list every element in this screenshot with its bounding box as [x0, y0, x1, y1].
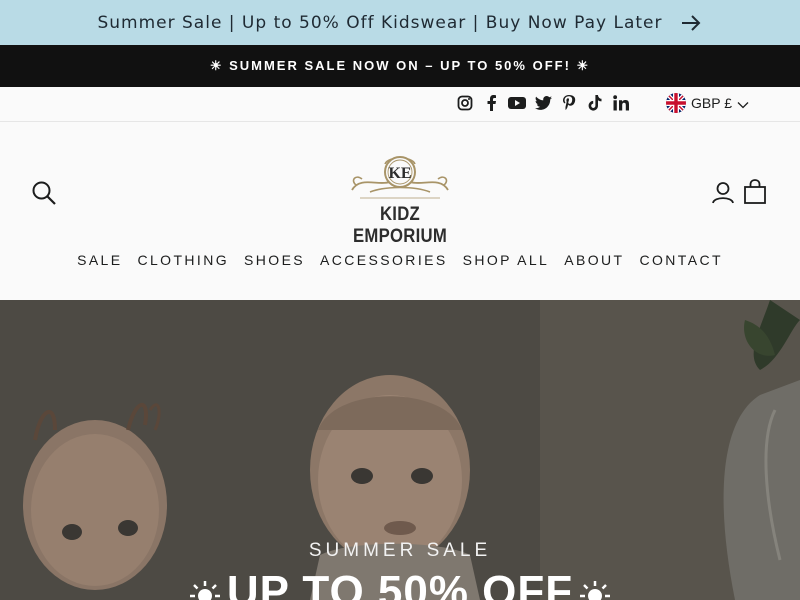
hero-title-row: UP TO 50% OFF	[0, 562, 800, 600]
hero-title: UP TO 50% OFF	[226, 567, 574, 600]
nav-item-sale[interactable]: SALE	[70, 252, 130, 268]
nav-item-accessories[interactable]: ACCESSORIES	[313, 252, 456, 268]
arrow-right-icon[interactable]	[681, 12, 703, 34]
site-header: KE KIDZ EMPORIUM SALE CLOTHING SHOES ACC…	[0, 122, 800, 300]
cart-icon[interactable]	[743, 179, 769, 207]
linkedin-icon[interactable]	[612, 94, 630, 112]
nav-item-about[interactable]: ABOUT	[557, 252, 632, 268]
nav-item-shop-all[interactable]: SHOP ALL	[455, 252, 557, 268]
currency-label: GBP £	[691, 95, 732, 111]
announcement-text[interactable]: Summer Sale | Up to 50% Off Kidswear | B…	[97, 13, 662, 33]
hero-banner[interactable]: SUMMER SALE UP TO 50% OFF	[0, 300, 800, 600]
pinterest-icon[interactable]	[560, 94, 578, 112]
utility-bar: GBP £	[0, 87, 800, 122]
tiktok-icon[interactable]	[586, 94, 604, 112]
logo-crest: KE	[351, 156, 449, 199]
facebook-icon[interactable]	[482, 94, 500, 112]
instagram-icon[interactable]	[456, 94, 474, 112]
promo-bar: ☀ SUMMER SALE NOW ON – UP TO 50% OFF! ☀	[0, 45, 800, 87]
nav-item-clothing[interactable]: CLOTHING	[130, 252, 237, 268]
chevron-down-icon	[737, 94, 749, 113]
hero-subtitle: SUMMER SALE	[308, 540, 492, 561]
sun-icon	[579, 580, 611, 600]
main-nav: SALE CLOTHING SHOES ACCESSORIES SHOP ALL…	[0, 252, 800, 268]
sun-icon	[189, 580, 221, 600]
youtube-icon[interactable]	[508, 94, 526, 112]
announcement-bar[interactable]: Summer Sale | Up to 50% Off Kidswear | B…	[0, 0, 800, 45]
social-links	[456, 94, 630, 112]
logo-monogram: KE	[388, 165, 411, 182]
site-logo[interactable]: KE KIDZ EMPORIUM	[330, 152, 470, 247]
logo-wordmark: KIDZ EMPORIUM	[352, 204, 448, 247]
nav-item-shoes[interactable]: SHOES	[237, 252, 313, 268]
uk-flag-icon	[666, 93, 686, 113]
promo-text: ☀ SUMMER SALE NOW ON – UP TO 50% OFF! ☀	[209, 58, 591, 73]
nav-item-contact[interactable]: CONTACT	[632, 252, 730, 268]
search-icon[interactable]	[31, 180, 57, 206]
currency-selector[interactable]: GBP £	[666, 93, 749, 113]
twitter-icon[interactable]	[534, 94, 552, 112]
account-icon[interactable]	[711, 181, 737, 207]
